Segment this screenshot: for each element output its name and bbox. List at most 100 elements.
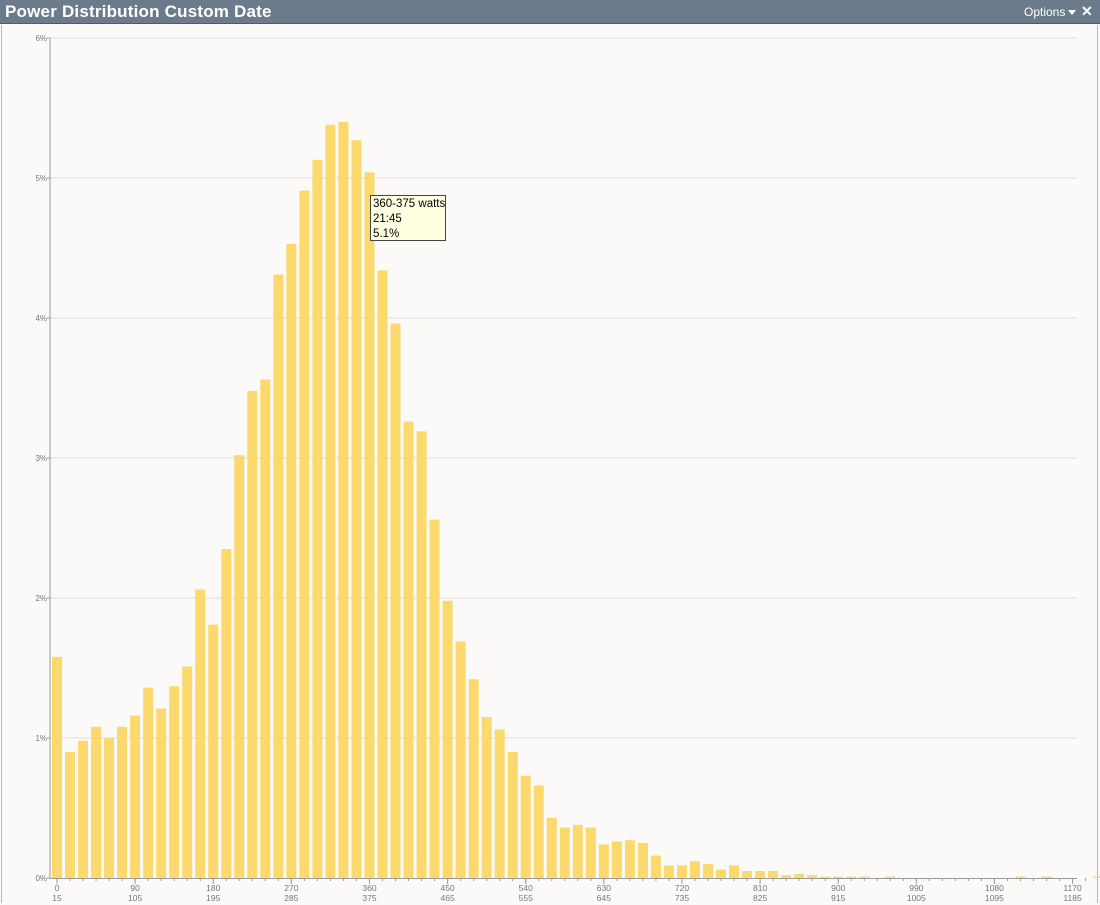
bar[interactable]: [377, 270, 388, 878]
bar[interactable]: [781, 875, 792, 878]
x-tick-label-end: 735: [675, 893, 689, 903]
bar[interactable]: [286, 243, 297, 879]
bar[interactable]: [364, 172, 375, 878]
bar[interactable]: [130, 715, 141, 878]
y-tick-label: 6%: [35, 34, 47, 43]
bar[interactable]: [1093, 876, 1100, 878]
x-tick-label-end: 1095: [985, 893, 1004, 903]
bar[interactable]: [546, 817, 557, 878]
bar[interactable]: [52, 656, 62, 878]
bar[interactable]: [169, 686, 180, 878]
y-tick-label: 3%: [35, 454, 47, 463]
bar[interactable]: [703, 864, 713, 878]
bar[interactable]: [156, 708, 167, 878]
bar[interactable]: [1015, 876, 1026, 878]
x-tick-label: 810: [753, 883, 767, 893]
bar[interactable]: [91, 726, 102, 878]
bar[interactable]: [689, 861, 700, 878]
bar[interactable]: [572, 824, 583, 878]
bar[interactable]: [325, 124, 336, 879]
bar[interactable]: [468, 679, 479, 878]
bar[interactable]: [885, 876, 896, 878]
bar[interactable]: [807, 875, 818, 878]
bar[interactable]: [299, 190, 310, 879]
axes: 0% 1% 2% 3% 4% 5% 6% 015 90105 180195 270285 360375…: [35, 34, 1087, 903]
bar[interactable]: [833, 876, 844, 878]
bar[interactable]: [716, 869, 727, 878]
bar[interactable]: [650, 855, 661, 878]
x-tick-label: 630: [597, 883, 611, 893]
x-tick-label-end: 195: [206, 893, 220, 903]
bar[interactable]: [729, 865, 740, 878]
x-tick-label-end: 555: [519, 893, 533, 903]
bar[interactable]: [416, 431, 427, 878]
x-tick-label-end: 1185: [1063, 893, 1082, 903]
bar[interactable]: [676, 865, 687, 878]
bar[interactable]: [273, 274, 284, 879]
bar[interactable]: [78, 740, 89, 878]
x-tick-label-end: 15: [52, 893, 62, 903]
bar[interactable]: [429, 519, 440, 878]
x-tick-label: 270: [284, 883, 298, 893]
bar[interactable]: [663, 865, 674, 878]
x-tick-label: 360: [362, 883, 376, 893]
x-tick-label-end: 105: [128, 893, 142, 903]
bar[interactable]: [585, 827, 596, 878]
bar[interactable]: [507, 752, 518, 878]
bar[interactable]: [846, 876, 857, 878]
tooltip-percent: 5.1%: [373, 228, 400, 240]
bar[interactable]: [494, 729, 505, 878]
bar[interactable]: [611, 841, 622, 878]
x-tick-label: 990: [909, 883, 923, 893]
x-tick-label: 1080: [985, 883, 1004, 893]
bar[interactable]: [247, 390, 258, 878]
bar[interactable]: [338, 122, 349, 878]
bars: [52, 122, 1100, 879]
bar[interactable]: [403, 421, 414, 878]
x-tick-label-end: 375: [362, 893, 376, 903]
bar[interactable]: [312, 159, 323, 879]
bar[interactable]: [442, 600, 453, 878]
bar[interactable]: [65, 752, 76, 878]
x-tick-label: 450: [441, 883, 455, 893]
bar[interactable]: [559, 827, 570, 878]
bar[interactable]: [1041, 876, 1052, 878]
bar[interactable]: [104, 738, 115, 878]
x-tick-label: 180: [206, 883, 220, 893]
bar-tooltip: 360-375 watts 21:45 5.1%: [370, 195, 446, 241]
y-tick-label: 2%: [35, 594, 47, 603]
bar[interactable]: [520, 775, 531, 878]
bar[interactable]: [260, 379, 271, 878]
bar[interactable]: [637, 843, 648, 878]
x-tick-label-end: 1005: [907, 893, 926, 903]
x-tick-label-end: 285: [284, 893, 298, 903]
tooltip-range: 360-375 watts: [373, 198, 446, 210]
bar[interactable]: [143, 687, 154, 878]
bar[interactable]: [533, 785, 544, 878]
bar[interactable]: [794, 873, 805, 878]
x-tick-label: 90: [130, 883, 140, 893]
bar[interactable]: [221, 549, 232, 878]
x-tick-label: 0: [55, 883, 60, 893]
bar[interactable]: [820, 876, 831, 878]
bar[interactable]: [755, 871, 766, 878]
x-tick-label-end: 645: [597, 893, 611, 903]
bar[interactable]: [598, 844, 609, 878]
bar[interactable]: [481, 717, 492, 878]
bar[interactable]: [624, 840, 635, 878]
y-tick-label: 1%: [35, 734, 47, 743]
bar[interactable]: [182, 666, 193, 878]
bar[interactable]: [208, 624, 219, 878]
bar[interactable]: [351, 140, 362, 878]
bar[interactable]: [742, 871, 753, 878]
bar[interactable]: [768, 871, 779, 878]
bar[interactable]: [390, 323, 401, 879]
bar[interactable]: [859, 876, 870, 878]
x-tick-label: 900: [831, 883, 845, 893]
bar[interactable]: [234, 455, 245, 878]
x-tick-label: 1170: [1063, 883, 1082, 893]
bar[interactable]: [195, 589, 206, 878]
bar[interactable]: [455, 641, 466, 878]
y-tick-label: 0%: [35, 874, 47, 883]
bar[interactable]: [117, 726, 128, 878]
